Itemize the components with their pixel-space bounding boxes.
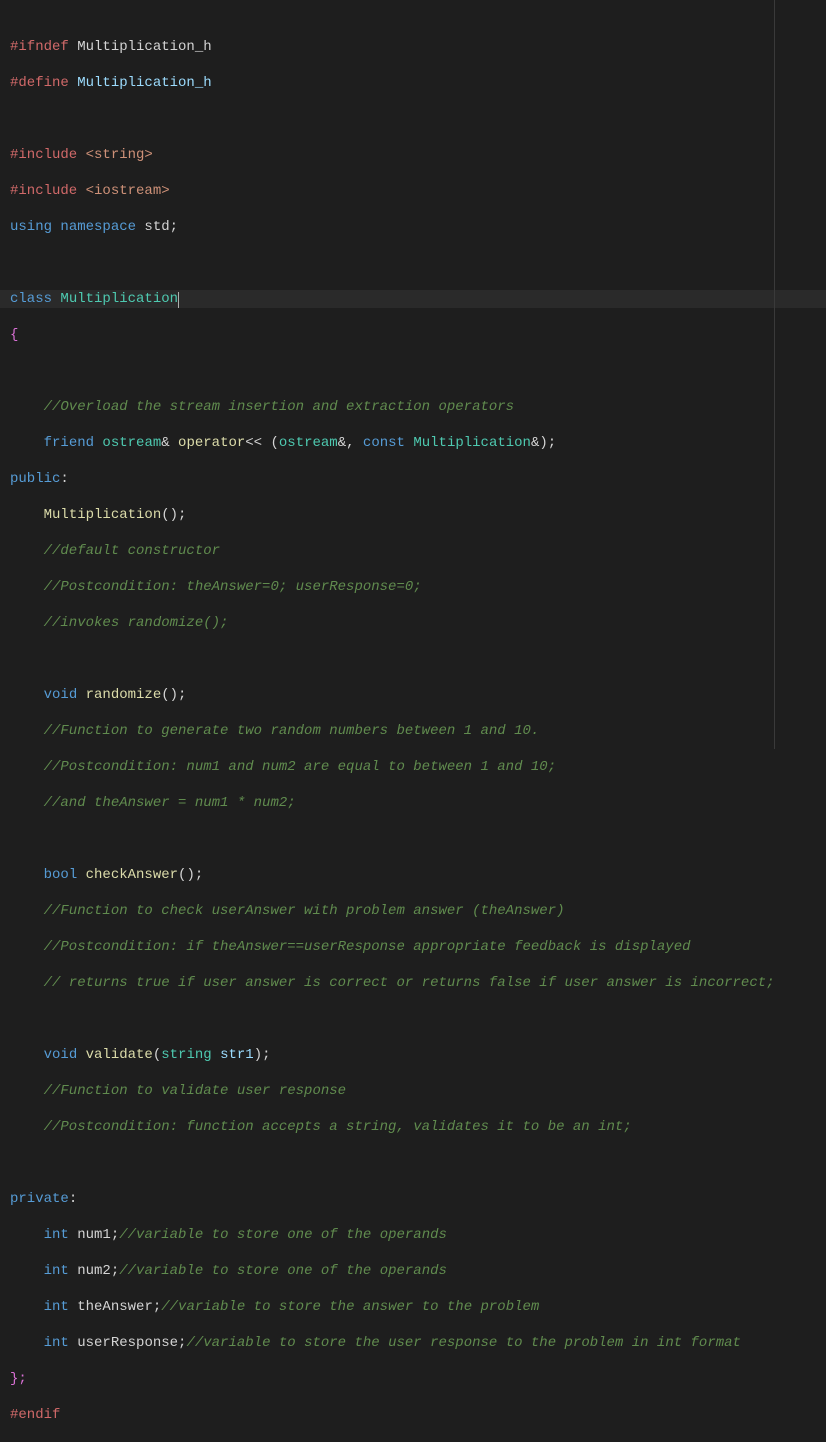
code-line: // returns true if user answer is correc…	[10, 974, 826, 992]
code-line: int num2;//variable to store one of the …	[10, 1262, 826, 1280]
code-line	[10, 1010, 826, 1028]
code-line	[10, 650, 826, 668]
code-line: };	[10, 1370, 826, 1388]
code-line: void randomize();	[10, 686, 826, 704]
code-line	[10, 1154, 826, 1172]
code-line	[10, 110, 826, 128]
code-line: //Function to generate two random number…	[10, 722, 826, 740]
code-line: //Overload the stream insertion and extr…	[10, 398, 826, 416]
code-line: //default constructor	[10, 542, 826, 560]
code-line: using namespace std;	[10, 218, 826, 236]
code-line: int num1;//variable to store one of the …	[10, 1226, 826, 1244]
code-line: //Function to check userAnswer with prob…	[10, 902, 826, 920]
code-line: public:	[10, 470, 826, 488]
code-line: private:	[10, 1190, 826, 1208]
code-line: //Postcondition: if theAnswer==userRespo…	[10, 938, 826, 956]
code-line: #include <iostream>	[10, 182, 826, 200]
code-line-current: class Multiplication	[0, 290, 826, 308]
text-cursor	[178, 292, 179, 308]
code-line: #ifndef Multiplication_h	[10, 38, 826, 56]
code-line: #endif	[10, 1406, 826, 1424]
code-line	[10, 254, 826, 272]
code-line: void validate(string str1);	[10, 1046, 826, 1064]
code-line: {	[10, 326, 826, 344]
code-line: //invokes randomize();	[10, 614, 826, 632]
code-line: Multiplication();	[10, 506, 826, 524]
code-line: #include <string>	[10, 146, 826, 164]
code-editor[interactable]: #ifndef Multiplication_h #define Multipl…	[0, 0, 826, 1442]
code-line	[10, 830, 826, 848]
code-line: //Postcondition: num1 and num2 are equal…	[10, 758, 826, 776]
editor-ruler	[774, 0, 775, 749]
code-line: int userResponse;//variable to store the…	[10, 1334, 826, 1352]
code-line: //Postcondition: theAnswer=0; userRespon…	[10, 578, 826, 596]
code-line: int theAnswer;//variable to store the an…	[10, 1298, 826, 1316]
code-line: //Postcondition: function accepts a stri…	[10, 1118, 826, 1136]
code-line: //and theAnswer = num1 * num2;	[10, 794, 826, 812]
code-line	[10, 362, 826, 380]
code-line: bool checkAnswer();	[10, 866, 826, 884]
code-line: //Function to validate user response	[10, 1082, 826, 1100]
code-line: friend ostream& operator<< (ostream&, co…	[10, 434, 826, 452]
code-line: #define Multiplication_h	[10, 74, 826, 92]
